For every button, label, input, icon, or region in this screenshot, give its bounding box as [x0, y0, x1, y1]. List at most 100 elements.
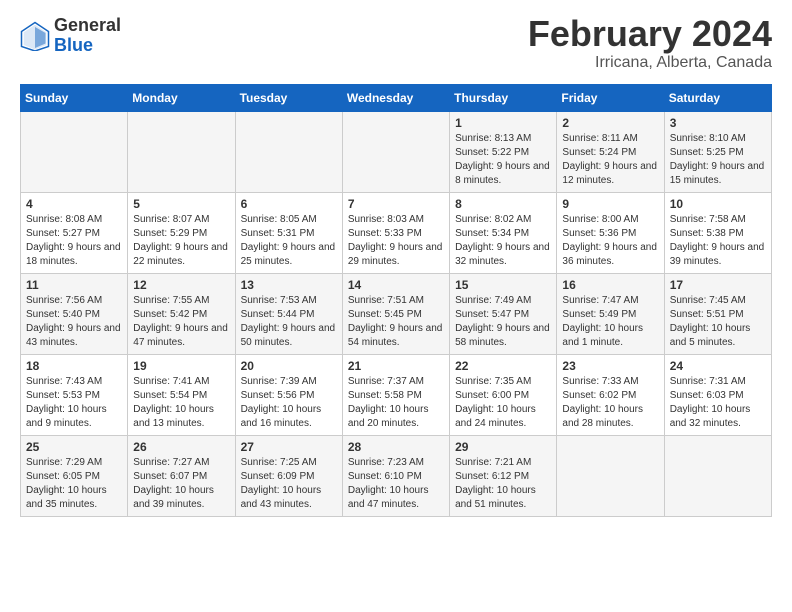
- calendar-cell: 6 Sunrise: 8:05 AMSunset: 5:31 PMDaylight…: [235, 193, 342, 274]
- day-info: Sunrise: 8:05 AMSunset: 5:31 PMDaylight:…: [241, 213, 337, 269]
- calendar-cell: 8Sunrise: 8:02 AMSunset: 5:34 PMDaylight…: [450, 193, 557, 274]
- calendar-cell: 21 Sunrise: 7:37 AMSunset: 5:58 PMDayligh…: [342, 355, 449, 436]
- weekday-header-wednesday: Wednesday: [342, 85, 449, 112]
- day-info: Sunrise: 7:27 AMSunset: 6:07 PMDaylight:…: [133, 456, 229, 512]
- calendar-cell: [21, 112, 128, 193]
- day-number: 3: [670, 116, 766, 130]
- day-number: 19: [133, 359, 229, 373]
- day-info: Sunrise: 8:00 AMSunset: 5:36 PMDaylight:…: [562, 213, 658, 269]
- calendar-cell: 13 Sunrise: 7:53 AMSunset: 5:44 PMDayligh…: [235, 274, 342, 355]
- weekday-header-sunday: Sunday: [21, 85, 128, 112]
- day-number: 13: [241, 278, 337, 292]
- day-number: 24: [670, 359, 766, 373]
- month-title: February 2024: [528, 16, 772, 52]
- calendar-cell: 26 Sunrise: 7:27 AMSunset: 6:07 PMDayligh…: [128, 436, 235, 517]
- weekday-header-row: SundayMondayTuesdayWednesdayThursdayFrid…: [21, 85, 772, 112]
- day-info: Sunrise: 7:21 AMSunset: 6:12 PMDaylight:…: [455, 456, 551, 512]
- calendar-cell: 11 Sunrise: 7:56 AMSunset: 5:40 PMDayligh…: [21, 274, 128, 355]
- day-info: Sunrise: 7:33 AMSunset: 6:02 PMDaylight:…: [562, 375, 658, 431]
- day-number: 4: [26, 197, 122, 211]
- weekday-header-thursday: Thursday: [450, 85, 557, 112]
- day-number: 16: [562, 278, 658, 292]
- weekday-header-tuesday: Tuesday: [235, 85, 342, 112]
- calendar-cell: 16 Sunrise: 7:47 AMSunset: 5:49 PMDayligh…: [557, 274, 664, 355]
- calendar-cell: 10 Sunrise: 7:58 AMSunset: 5:38 PMDayligh…: [664, 193, 771, 274]
- calendar-body: 1Sunrise: 8:13 AMSunset: 5:22 PMDaylight…: [21, 112, 772, 517]
- day-info: Sunrise: 7:56 AMSunset: 5:40 PMDaylight:…: [26, 294, 122, 350]
- day-info: Sunrise: 7:47 AMSunset: 5:49 PMDaylight:…: [562, 294, 658, 350]
- day-number: 7: [348, 197, 444, 211]
- calendar-cell: 7 Sunrise: 8:03 AMSunset: 5:33 PMDaylight…: [342, 193, 449, 274]
- calendar-week-row: 25Sunrise: 7:29 AMSunset: 6:05 PMDayligh…: [21, 436, 772, 517]
- calendar-cell: 3 Sunrise: 8:10 AMSunset: 5:25 PMDaylight…: [664, 112, 771, 193]
- logo-general-text: General: [54, 16, 121, 36]
- calendar-cell: 12 Sunrise: 7:55 AMSunset: 5:42 PMDayligh…: [128, 274, 235, 355]
- day-info: Sunrise: 7:53 AMSunset: 5:44 PMDaylight:…: [241, 294, 337, 350]
- calendar-cell: 27Sunrise: 7:25 AMSunset: 6:09 PMDayligh…: [235, 436, 342, 517]
- calendar-header: SundayMondayTuesdayWednesdayThursdayFrid…: [21, 85, 772, 112]
- day-number: 22: [455, 359, 551, 373]
- day-info: Sunrise: 7:58 AMSunset: 5:38 PMDaylight:…: [670, 213, 766, 269]
- calendar-cell: 24 Sunrise: 7:31 AMSunset: 6:03 PMDayligh…: [664, 355, 771, 436]
- calendar-week-row: 1Sunrise: 8:13 AMSunset: 5:22 PMDaylight…: [21, 112, 772, 193]
- calendar-table: SundayMondayTuesdayWednesdayThursdayFrid…: [20, 84, 772, 517]
- calendar-cell: 22 Sunrise: 7:35 AMSunset: 6:00 PMDayligh…: [450, 355, 557, 436]
- day-number: 14: [348, 278, 444, 292]
- day-info: Sunrise: 8:13 AMSunset: 5:22 PMDaylight:…: [455, 132, 551, 188]
- day-number: 9: [562, 197, 658, 211]
- day-number: 6: [241, 197, 337, 211]
- day-info: Sunrise: 7:31 AMSunset: 6:03 PMDaylight:…: [670, 375, 766, 431]
- day-info: Sunrise: 7:35 AMSunset: 6:00 PMDaylight:…: [455, 375, 551, 431]
- day-number: 28: [348, 440, 444, 454]
- day-number: 8: [455, 197, 551, 211]
- day-info: Sunrise: 7:37 AMSunset: 5:58 PMDaylight:…: [348, 375, 444, 431]
- logo-text: General Blue: [54, 16, 121, 56]
- calendar-cell: 14Sunrise: 7:51 AMSunset: 5:45 PMDayligh…: [342, 274, 449, 355]
- day-number: 26: [133, 440, 229, 454]
- calendar-cell: 9 Sunrise: 8:00 AMSunset: 5:36 PMDaylight…: [557, 193, 664, 274]
- calendar-cell: 20 Sunrise: 7:39 AMSunset: 5:56 PMDayligh…: [235, 355, 342, 436]
- calendar-cell: 23 Sunrise: 7:33 AMSunset: 6:02 PMDayligh…: [557, 355, 664, 436]
- day-info: Sunrise: 8:08 AMSunset: 5:27 PMDaylight:…: [26, 213, 122, 269]
- day-info: Sunrise: 8:10 AMSunset: 5:25 PMDaylight:…: [670, 132, 766, 188]
- calendar-cell: 17 Sunrise: 7:45 AMSunset: 5:51 PMDayligh…: [664, 274, 771, 355]
- day-number: 15: [455, 278, 551, 292]
- day-info: Sunrise: 7:45 AMSunset: 5:51 PMDaylight:…: [670, 294, 766, 350]
- page-header: General Blue February 2024 Irricana, Alb…: [20, 16, 772, 72]
- weekday-header-friday: Friday: [557, 85, 664, 112]
- day-number: 20: [241, 359, 337, 373]
- day-info: Sunrise: 7:39 AMSunset: 5:56 PMDaylight:…: [241, 375, 337, 431]
- calendar-cell: 1Sunrise: 8:13 AMSunset: 5:22 PMDaylight…: [450, 112, 557, 193]
- logo-blue-text: Blue: [54, 36, 121, 56]
- calendar-cell: [128, 112, 235, 193]
- day-number: 21: [348, 359, 444, 373]
- calendar-cell: [557, 436, 664, 517]
- day-info: Sunrise: 8:07 AMSunset: 5:29 PMDaylight:…: [133, 213, 229, 269]
- calendar-cell: 18Sunrise: 7:43 AMSunset: 5:53 PMDayligh…: [21, 355, 128, 436]
- calendar-cell: 28 Sunrise: 7:23 AMSunset: 6:10 PMDayligh…: [342, 436, 449, 517]
- day-number: 12: [133, 278, 229, 292]
- day-info: Sunrise: 7:49 AMSunset: 5:47 PMDaylight:…: [455, 294, 551, 350]
- calendar-week-row: 18Sunrise: 7:43 AMSunset: 5:53 PMDayligh…: [21, 355, 772, 436]
- location-text: Irricana, Alberta, Canada: [528, 54, 772, 72]
- day-info: Sunrise: 7:55 AMSunset: 5:42 PMDaylight:…: [133, 294, 229, 350]
- day-info: Sunrise: 7:23 AMSunset: 6:10 PMDaylight:…: [348, 456, 444, 512]
- calendar-cell: [664, 436, 771, 517]
- calendar-week-row: 11 Sunrise: 7:56 AMSunset: 5:40 PMDayligh…: [21, 274, 772, 355]
- day-number: 5: [133, 197, 229, 211]
- calendar-cell: 4 Sunrise: 8:08 AMSunset: 5:27 PMDaylight…: [21, 193, 128, 274]
- calendar-cell: [235, 112, 342, 193]
- day-number: 17: [670, 278, 766, 292]
- calendar-cell: 25Sunrise: 7:29 AMSunset: 6:05 PMDayligh…: [21, 436, 128, 517]
- calendar-week-row: 4 Sunrise: 8:08 AMSunset: 5:27 PMDaylight…: [21, 193, 772, 274]
- day-info: Sunrise: 8:03 AMSunset: 5:33 PMDaylight:…: [348, 213, 444, 269]
- day-number: 10: [670, 197, 766, 211]
- calendar-cell: 29Sunrise: 7:21 AMSunset: 6:12 PMDayligh…: [450, 436, 557, 517]
- day-info: Sunrise: 8:11 AMSunset: 5:24 PMDaylight:…: [562, 132, 658, 188]
- day-number: 18: [26, 359, 122, 373]
- day-number: 11: [26, 278, 122, 292]
- day-number: 23: [562, 359, 658, 373]
- weekday-header-monday: Monday: [128, 85, 235, 112]
- calendar-cell: [342, 112, 449, 193]
- logo-icon: [20, 21, 50, 51]
